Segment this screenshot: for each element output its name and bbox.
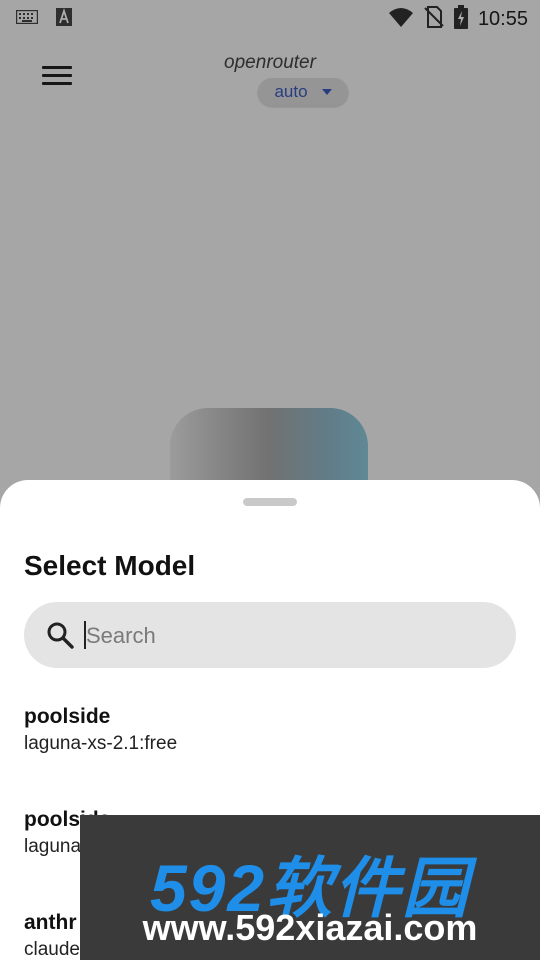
watermark-url: www.592xiazai.com [142, 907, 478, 948]
search-bar[interactable] [24, 602, 516, 668]
text-cursor [84, 621, 86, 649]
drag-handle[interactable] [243, 498, 297, 506]
search-input[interactable] [84, 618, 488, 654]
list-item[interactable]: poolside laguna-xs-2.1:free [0, 696, 540, 799]
sheet-title: Select Model [24, 550, 196, 581]
list-item-model: laguna-xs-2.1:free [24, 733, 178, 754]
list-item-provider: poolside [24, 705, 111, 728]
app-screen: 10:55 openrouter auto Select Model Searc… [0, 0, 540, 960]
watermark: 592软件园 www.592xiazai.com [80, 815, 540, 960]
search-icon [46, 621, 74, 649]
